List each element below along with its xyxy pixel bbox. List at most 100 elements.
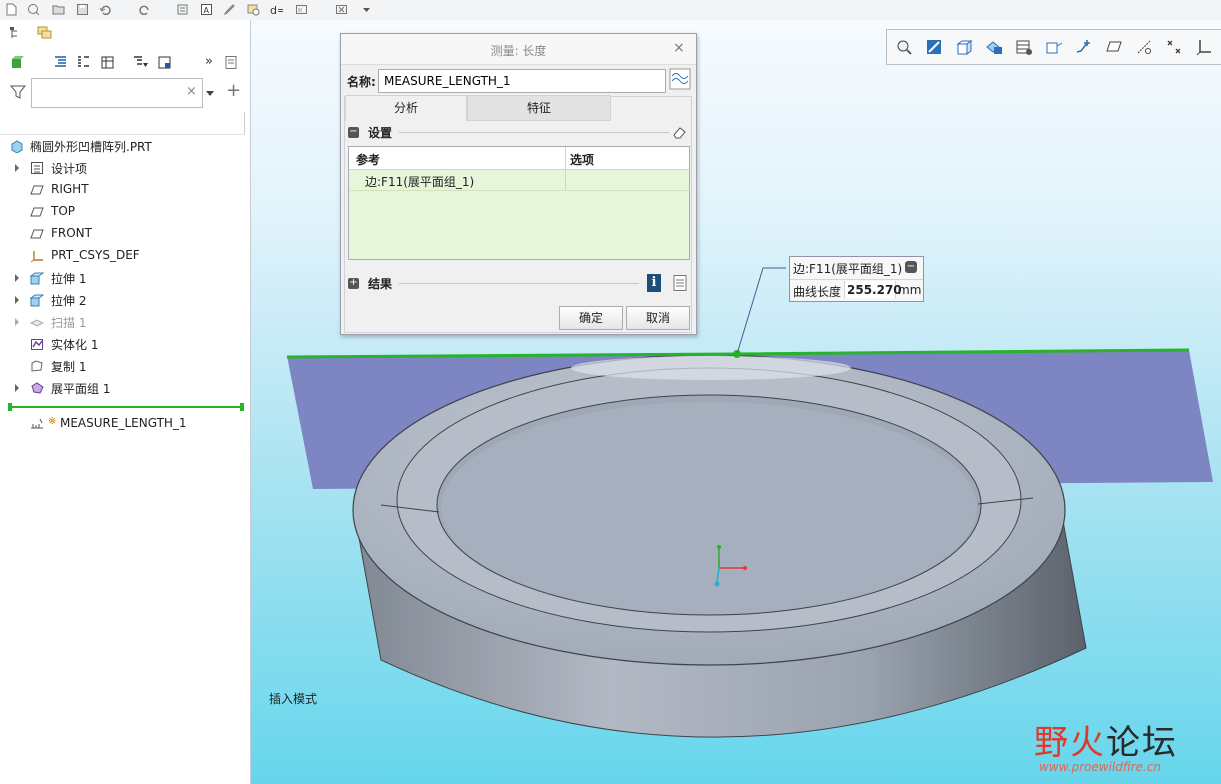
- refit-icon[interactable]: [895, 38, 913, 56]
- info-icon[interactable]: i: [647, 274, 661, 292]
- point-display-icon[interactable]: [1165, 38, 1183, 56]
- saved-views-icon[interactable]: [985, 38, 1003, 56]
- tree-item-label: 实体化 1: [51, 338, 99, 352]
- tree-filter-icon[interactable]: [76, 55, 91, 70]
- highlight: [571, 356, 851, 380]
- dialog-title-bar[interactable]: 测量: 长度 ×: [341, 34, 696, 65]
- clear-search-icon[interactable]: ×: [186, 84, 197, 99]
- layer-tab-icon[interactable]: [37, 26, 53, 40]
- tree-item-sweep-1[interactable]: 扫描 1: [0, 312, 248, 332]
- view-manager-icon[interactable]: [1015, 38, 1033, 56]
- zoom-in-icon[interactable]: [925, 38, 943, 56]
- measure-callout[interactable]: 边:F11(展平面组_1) − 曲线长度 255.270 mm: [789, 256, 924, 302]
- tree-item-right[interactable]: RIGHT: [0, 180, 248, 200]
- search-field[interactable]: ×: [31, 78, 203, 108]
- cancel-button[interactable]: 取消: [626, 306, 690, 330]
- plane-display-icon[interactable]: [1105, 38, 1123, 56]
- model-tree-panel: » × + 椭圆外形凹槽阵列.PRT 设计项 RIGHT TOP FRONT P…: [0, 20, 251, 784]
- regenerate-icon[interactable]: [176, 3, 189, 16]
- perspective-icon[interactable]: [1045, 38, 1063, 56]
- tree-item-copy-1[interactable]: 复制 1: [0, 356, 248, 376]
- new-file-icon[interactable]: [5, 3, 18, 16]
- collapse-settings-icon[interactable]: −: [348, 127, 359, 138]
- expand-results-icon[interactable]: +: [348, 278, 359, 289]
- tree-item-front[interactable]: FRONT: [0, 224, 248, 244]
- tree-item-label: 复制 1: [51, 360, 87, 374]
- tree-list-icon[interactable]: [53, 55, 68, 70]
- search-input[interactable]: [36, 83, 180, 103]
- part-icon: [11, 140, 23, 153]
- tree-item-flatten-quilt-1[interactable]: 展平面组 1: [0, 378, 248, 398]
- search-dropdown-icon[interactable]: [205, 88, 215, 98]
- more-icon[interactable]: »: [205, 54, 213, 69]
- name-input[interactable]: [382, 72, 662, 90]
- watermark-url: www.proewildfire.cn: [1039, 760, 1161, 774]
- axis-display-icon[interactable]: [1135, 38, 1153, 56]
- tree-item-extrude-2[interactable]: 拉伸 2: [0, 290, 248, 310]
- solidify-icon: [31, 339, 43, 350]
- show-icon[interactable]: [10, 55, 25, 70]
- dimension-icon[interactable]: d=: [270, 3, 283, 16]
- tree-columns-icon[interactable]: [157, 55, 172, 70]
- filter-icon[interactable]: [10, 84, 26, 100]
- window-icon[interactable]: [295, 3, 308, 16]
- tree-item-top[interactable]: TOP: [0, 202, 248, 222]
- tree-item-label: 展平面组 1: [51, 382, 111, 396]
- tree-root-label: 椭圆外形凹槽阵列.PRT: [30, 140, 152, 154]
- close-icon[interactable]: ×: [673, 40, 685, 56]
- csys-display-icon[interactable]: [1195, 38, 1213, 56]
- watermark-title-red: 野火: [1034, 723, 1106, 763]
- ok-button[interactable]: 确定: [559, 306, 623, 330]
- datum-plane-icon: [30, 207, 44, 217]
- eraser-icon[interactable]: [672, 125, 688, 139]
- annotation-icon[interactable]: A: [200, 3, 213, 16]
- expand-arrow-icon[interactable]: [15, 164, 19, 172]
- pencil-icon[interactable]: [223, 3, 236, 16]
- report-icon[interactable]: [672, 274, 688, 292]
- tree-item-csys[interactable]: PRT_CSYS_DEF: [0, 246, 248, 266]
- expand-arrow-icon[interactable]: [15, 274, 19, 282]
- redo-icon[interactable]: [138, 3, 151, 16]
- tree-item-design[interactable]: 设计项: [0, 158, 248, 178]
- watermark-logo: 野火论坛: [1034, 715, 1178, 764]
- name-field[interactable]: [378, 69, 666, 93]
- columns-icon[interactable]: [100, 55, 115, 70]
- display-style-icon[interactable]: [955, 38, 973, 56]
- add-filter-icon[interactable]: +: [226, 80, 241, 101]
- dialog-title: 测量: 长度: [490, 44, 547, 58]
- tree-item-measure-length[interactable]: ※ MEASURE_LENGTH_1: [0, 414, 248, 434]
- collapse-icon[interactable]: −: [905, 261, 917, 273]
- datum-plane-icon: [30, 185, 44, 195]
- expand-arrow-icon[interactable]: [15, 384, 19, 392]
- reference-value: 边:F11(展平面组_1): [365, 175, 475, 189]
- save-icon[interactable]: [76, 3, 89, 16]
- tab-feature[interactable]: 特征: [467, 95, 611, 121]
- tree-header-spacer: [0, 112, 245, 135]
- col-reference: 参考: [356, 153, 381, 167]
- mode-status: 插入模式: [269, 692, 318, 706]
- reference-row[interactable]: 边:F11(展平面组_1): [349, 170, 689, 191]
- folder-icon[interactable]: [52, 3, 65, 16]
- settings-icon[interactable]: [247, 3, 260, 16]
- svg-text:d=: d=: [270, 4, 283, 16]
- properties-icon[interactable]: [224, 55, 239, 70]
- insert-indicator[interactable]: [10, 406, 242, 408]
- open-file-icon[interactable]: [27, 3, 40, 16]
- tree-settings-icon[interactable]: [132, 55, 149, 70]
- close-window-icon[interactable]: [335, 3, 348, 16]
- model-tree-tab-icon[interactable]: [9, 26, 23, 40]
- expand-arrow-icon[interactable]: [15, 296, 19, 304]
- expand-arrow-icon[interactable]: [15, 318, 19, 326]
- tree-root[interactable]: 椭圆外形凹槽阵列.PRT: [0, 136, 248, 156]
- dropdown-icon[interactable]: [360, 3, 373, 16]
- tree-item-label: MEASURE_LENGTH_1: [60, 416, 187, 430]
- tree-item-solidify-1[interactable]: 实体化 1: [0, 334, 248, 354]
- tree-item-extrude-1[interactable]: 拉伸 1: [0, 268, 248, 288]
- datum-display-icon[interactable]: [1075, 38, 1093, 56]
- extrude-icon: [30, 272, 44, 285]
- tab-analysis[interactable]: 分析: [345, 95, 467, 121]
- undo-icon[interactable]: [99, 3, 112, 16]
- curve-analysis-icon[interactable]: [669, 68, 691, 90]
- callout-edge-label: 边:F11(展平面组_1): [793, 262, 903, 276]
- insert-indicator-end: [240, 403, 244, 411]
